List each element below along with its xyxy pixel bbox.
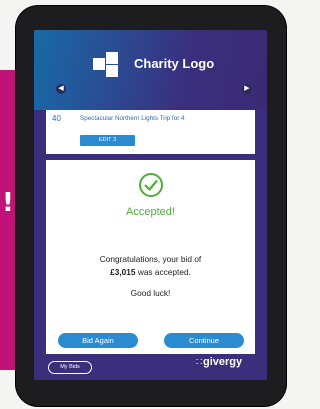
bid-accepted-dialog: Accepted! Congratulations, your bid of £…	[46, 160, 255, 354]
bid-again-button[interactable]: Bid Again	[58, 333, 138, 348]
lot-number: 40	[52, 114, 61, 123]
item-title[interactable]: Spectacular Northern Lights Trip for 4	[80, 115, 185, 122]
givergy-logo-icon: ∷	[196, 357, 203, 368]
charity-logo-icon	[93, 52, 123, 78]
message-line-1: Congratulations, your bid of	[99, 254, 202, 264]
message-line-2: was accepted.	[137, 267, 191, 277]
item-action-button[interactable]: EDIT 3	[80, 135, 135, 146]
my-bids-button[interactable]: My Bids	[48, 361, 92, 374]
app-header: Charity Logo ◀ ▶	[34, 30, 267, 110]
status-text: Accepted!	[126, 206, 175, 218]
closing-text: Good luck!	[130, 288, 171, 298]
continue-button[interactable]: Continue	[164, 333, 244, 348]
auction-item-card: 40 Spectacular Northern Lights Trip for …	[46, 110, 255, 154]
exclamation-mark: !	[2, 188, 14, 218]
bid-amount: £3,015	[110, 267, 136, 277]
next-arrow-icon[interactable]: ▶	[242, 84, 252, 94]
tablet-screen: Charity Logo ◀ ▶ 40 Spectacular Northern…	[34, 30, 267, 380]
confirmation-message: Congratulations, your bid of £3,015 was …	[46, 253, 255, 279]
previous-arrow-icon[interactable]: ◀	[56, 84, 66, 94]
charity-logo-text: Charity Logo	[134, 56, 215, 71]
givergy-brand: givergy	[203, 356, 243, 368]
check-circle-icon	[139, 173, 163, 197]
